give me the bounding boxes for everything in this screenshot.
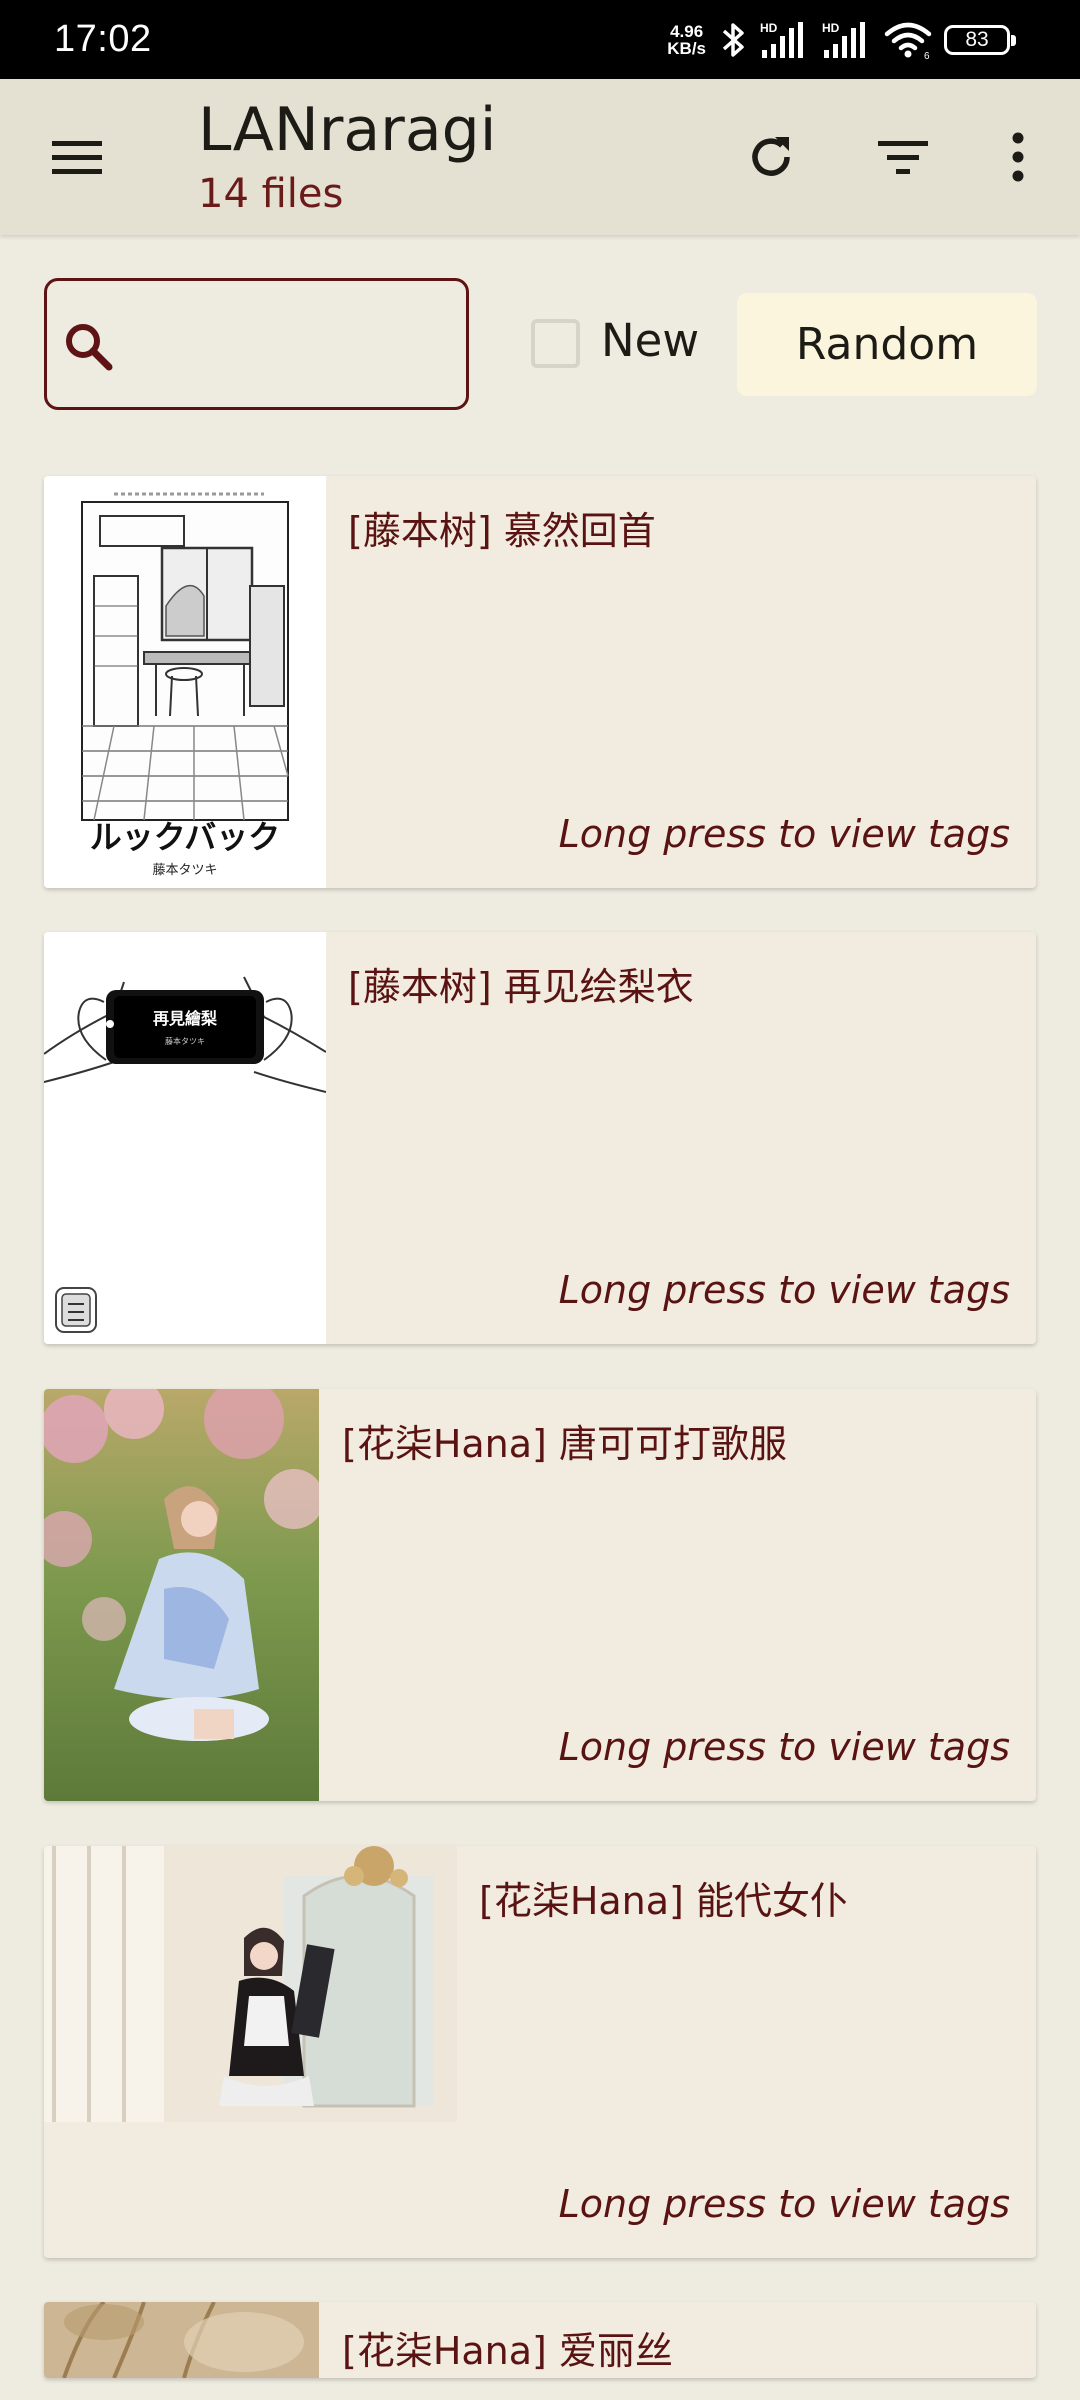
svg-text:HD: HD — [822, 21, 840, 35]
archive-thumbnail — [44, 1389, 319, 1801]
status-icons: 4.96 KB/s HD HD 6 83 — [667, 0, 1016, 79]
wifi-icon: 6 — [884, 22, 932, 60]
archive-thumbnail — [44, 1846, 457, 2122]
refresh-button[interactable] — [726, 79, 816, 235]
new-checkbox-label[interactable]: New — [601, 314, 699, 367]
network-speed-unit: KB/s — [667, 38, 706, 58]
search-field[interactable] — [44, 278, 469, 410]
cosplay-photo-image — [44, 1389, 319, 1801]
sort-filter-button[interactable] — [858, 79, 948, 235]
archive-tags-hint: Long press to view tags — [558, 812, 1010, 856]
file-count: 14 files — [198, 171, 344, 217]
battery-indicator: 83 — [944, 24, 1016, 55]
search-input[interactable] — [143, 311, 453, 381]
cover-author: 藤本タツキ — [152, 863, 217, 878]
archive-tags-hint: Long press to view tags — [558, 2182, 1010, 2226]
archive-card[interactable]: ルックバック 藤本タツキ [藤本树] 慕然回首 Long press to vi… — [44, 476, 1036, 888]
refresh-icon — [752, 137, 790, 176]
archive-title: [藤本树] 再见绘梨衣 — [348, 965, 694, 1009]
filter-icon — [878, 141, 928, 174]
random-button[interactable]: Random — [737, 293, 1037, 396]
archive-card[interactable]: [花柒Hana] 爱丽丝 — [44, 2302, 1036, 2378]
menu-button[interactable] — [32, 79, 122, 235]
archive-thumbnail: 再見繪梨 藤本タツキ — [44, 932, 326, 1344]
alice-photo-image — [44, 2302, 319, 2378]
overflow-menu-button[interactable] — [973, 79, 1063, 235]
archive-card[interactable]: [花柒Hana] 唐可可打歌服 Long press to view tags — [44, 1389, 1036, 1801]
archive-title: [花柒Hana] 能代女仆 — [479, 1879, 848, 1923]
app-title: LANraragi — [198, 95, 497, 165]
app-bar: LANraragi 14 files — [0, 79, 1080, 235]
phone-in-hands-image: 再見繪梨 藤本タツキ — [44, 976, 326, 1333]
archive-title: [藤本树] 慕然回首 — [348, 509, 656, 553]
search-icon — [66, 324, 113, 371]
status-time: 17:02 — [54, 18, 152, 60]
room-sketch-image: ルックバック 藤本タツキ — [81, 492, 289, 878]
cover-title: ルックバック — [90, 818, 280, 856]
network-speed: 4.96 KB/s — [667, 23, 706, 57]
svg-text:HD: HD — [760, 21, 778, 35]
new-checkbox[interactable] — [531, 319, 580, 368]
archive-tags-hint: Long press to view tags — [558, 1725, 1010, 1769]
maid-photo-image — [44, 1846, 457, 2122]
bluetooth-icon — [722, 22, 744, 57]
hamburger-menu-icon — [52, 141, 102, 174]
svg-text:6: 6 — [924, 51, 930, 60]
archive-tags-hint: Long press to view tags — [558, 1268, 1010, 1312]
cover-title: 再見繪梨 — [153, 1009, 218, 1028]
signal-1-icon: HD — [760, 21, 803, 58]
archive-title: [花柒Hana] 唐可可打歌服 — [342, 1422, 787, 1466]
signal-2-icon: HD — [822, 21, 865, 58]
archive-card[interactable]: [花柒Hana] 能代女仆 Long press to view tags — [44, 1846, 1036, 2258]
archive-card[interactable]: 再見繪梨 藤本タツキ [藤本树] 再见绘梨衣 Long press to vie… — [44, 932, 1036, 1344]
archive-title: [花柒Hana] 爱丽丝 — [342, 2329, 673, 2373]
archive-thumbnail: ルックバック 藤本タツキ — [44, 476, 326, 888]
archive-thumbnail — [44, 2302, 319, 2378]
status-bar: 17:02 4.96 KB/s HD HD 6 83 — [0, 0, 1080, 79]
cover-author: 藤本タツキ — [165, 1036, 205, 1046]
more-vert-icon — [1012, 132, 1024, 182]
network-speed-value: 4.96 — [670, 21, 704, 41]
